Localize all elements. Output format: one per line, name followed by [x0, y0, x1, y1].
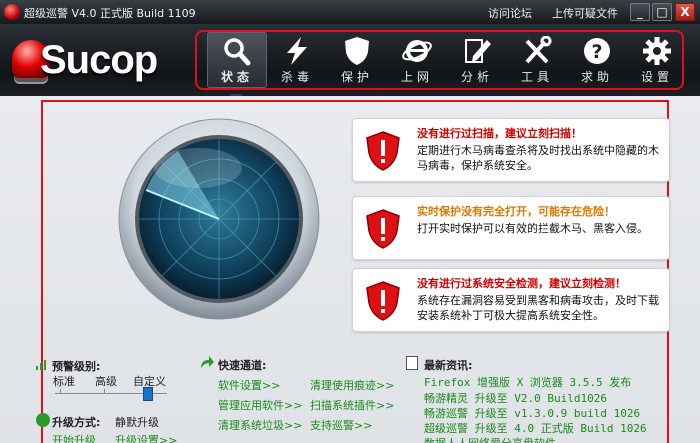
news-item[interactable]: Firefox 增强版 X 浏览器 3.5.5 发布 — [424, 374, 631, 390]
scan-alert[interactable]: 没有进行过扫描，建议立刻扫描！ 定期进行木马病毒查杀将及时找出系统中隐藏的木马病… — [352, 118, 670, 182]
nav-internet[interactable]: 上网 — [387, 32, 447, 88]
quick-access-title: 快速通道: — [218, 359, 267, 372]
magnifier-icon — [224, 38, 251, 66]
nav-label: 状态 — [220, 70, 253, 84]
alert-description: 定期进行木马病毒查杀将及时找出系统中隐藏的木马病毒，保护系统安全。 — [417, 144, 659, 172]
security-check-alert[interactable]: 没有进行过系统安全检测，建议立刻检测！ 系统存在漏洞容易受到黑客和病毒攻击，及时… — [352, 268, 670, 332]
alert-title[interactable]: 实时保护没有完全打开，可能存在危险！ — [417, 203, 615, 219]
signal-bars-icon — [36, 360, 46, 370]
news-item[interactable]: 数据人人网络爱分享盘软件 — [424, 435, 556, 443]
start-upgrade-link[interactable]: 开始升级 — [52, 432, 96, 443]
news-item[interactable]: 畅游精灵 升级至 V2.0 Build1026 — [424, 390, 607, 406]
main-nav: 状态 杀毒 保护 上网 分析 工具 ? 求助 设置 — [195, 30, 684, 90]
nav-label: 杀毒 — [280, 70, 313, 84]
nav-settings[interactable]: 设置 — [627, 32, 687, 88]
alarm-level-slider[interactable] — [143, 387, 153, 401]
window-title: 超级巡警 V4.0 正式版 Build 1109 — [24, 7, 196, 20]
document-icon — [406, 356, 418, 370]
quick-link[interactable]: 清理系统垃圾>> — [218, 417, 302, 433]
upgrade-settings-link[interactable]: 升级设置>> — [115, 432, 177, 443]
quick-link[interactable]: 扫描系统插件>> — [310, 397, 394, 413]
ie-icon — [402, 40, 432, 62]
warning-shield-icon — [366, 281, 400, 321]
protection-alert[interactable]: 实时保护没有完全打开，可能存在危险！ 打开实时保护可以有效的拦截木马、黑客入侵。 — [352, 196, 670, 260]
news-item[interactable]: 超级巡警 升级至 4.0 正式版 Build 1026 — [424, 420, 647, 436]
alert-description: 打开实时保护可以有效的拦截木马、黑客入侵。 — [417, 222, 648, 235]
minimize-button[interactable]: _ — [630, 3, 650, 21]
warning-shield-icon — [366, 209, 400, 249]
maximize-button[interactable]: □ — [652, 3, 672, 21]
upload-file-link[interactable]: 上传可疑文件 — [552, 5, 618, 21]
tools-icon — [525, 36, 552, 64]
level-tick — [104, 389, 105, 394]
level-advanced[interactable]: 高级 — [95, 373, 117, 389]
quick-link[interactable]: 支持巡警>> — [310, 417, 372, 433]
logo: Sucop — [12, 36, 182, 86]
nav-analyze[interactable]: 分析 — [447, 32, 507, 88]
alert-description: 系统存在漏洞容易受到黑客和病毒攻击，及时下载安装系统补丁可极大提高系统安全性。 — [417, 294, 659, 322]
nav-label: 保护 — [340, 70, 373, 84]
nav-antivirus[interactable]: 杀毒 — [267, 32, 327, 88]
lightning-icon — [287, 37, 307, 65]
nav-label: 上网 — [400, 70, 433, 84]
level-standard[interactable]: 标准 — [53, 373, 75, 389]
upgrade-mode-title: 升级方式: — [52, 416, 101, 429]
nav-help[interactable]: ? 求助 — [567, 32, 627, 88]
radar-icon — [118, 118, 320, 320]
question-icon: ? — [584, 38, 610, 64]
nav-status[interactable]: 状态 — [207, 32, 267, 88]
gear-icon — [643, 37, 671, 65]
upgrade-mode-value: 静默升级 — [115, 416, 159, 429]
app-icon — [4, 4, 20, 20]
quick-link[interactable]: 软件设置>> — [218, 377, 280, 393]
header: Sucop 状态 杀毒 保护 上网 分析 工具 ? 求助 设置 — [0, 24, 700, 96]
arrow-icon — [201, 356, 214, 368]
forum-link[interactable]: 访问论坛 — [488, 5, 532, 21]
nav-label: 求助 — [580, 70, 613, 84]
alarm-level-title: 预警级别: — [52, 360, 101, 373]
nav-label: 工具 — [520, 70, 553, 84]
logo-text: Sucop — [40, 38, 158, 82]
alert-title[interactable]: 没有进行过扫描，建议立刻扫描！ — [417, 125, 582, 141]
shield-icon — [345, 37, 369, 65]
warning-shield-icon — [366, 131, 400, 171]
nav-label: 分析 — [460, 70, 493, 84]
title-bar: 超级巡警 V4.0 正式版 Build 1109 访问论坛 上传可疑文件 _ □… — [0, 0, 700, 24]
nav-label: 设置 — [640, 70, 673, 84]
close-button[interactable]: X — [675, 3, 695, 21]
svg-text:?: ? — [591, 41, 602, 63]
pencil-icon — [465, 39, 491, 63]
nav-protect[interactable]: 保护 — [327, 32, 387, 88]
alert-title[interactable]: 没有进行过系统安全检测，建议立刻检测！ — [417, 275, 626, 291]
news-item[interactable]: 畅游巡警 升级至 v1.3.0.9 build 1026 — [424, 405, 640, 421]
news-title: 最新资讯: — [424, 359, 473, 372]
level-tick — [60, 389, 61, 394]
quick-link[interactable]: 管理应用软件>> — [218, 397, 302, 413]
refresh-icon — [36, 413, 50, 427]
nav-tools[interactable]: 工具 — [507, 32, 567, 88]
quick-link[interactable]: 清理使用痕迹>> — [310, 377, 394, 393]
